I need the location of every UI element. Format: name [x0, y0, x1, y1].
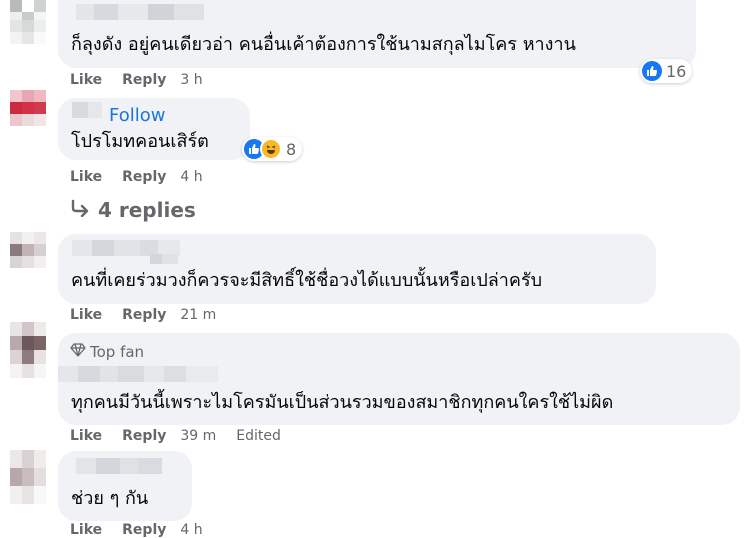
reaction-count: 16: [666, 61, 687, 81]
comment-actions: Like Reply 4 h: [70, 169, 203, 185]
reaction-summary[interactable]: 16: [640, 59, 693, 83]
timestamp[interactable]: 21 m: [180, 307, 216, 323]
diamond-icon: [70, 343, 86, 361]
comment-text: ช่วย ๆ กัน: [71, 488, 149, 509]
reply-button[interactable]: Reply: [122, 522, 166, 538]
reply-button[interactable]: Reply: [122, 428, 166, 444]
commenter-name[interactable]: [72, 102, 102, 118]
reply-button[interactable]: Reply: [122, 169, 166, 185]
comment-actions: Like Reply 3 h: [70, 72, 203, 88]
comment-actions: Like Reply 21 m: [70, 307, 216, 323]
like-reaction-icon: [642, 61, 662, 81]
haha-reaction-icon: [260, 138, 282, 160]
reaction-count: 8: [286, 139, 297, 159]
timestamp[interactable]: 3 h: [180, 72, 202, 88]
avatar[interactable]: [10, 90, 46, 126]
top-fan-label: Top fan: [90, 343, 145, 361]
reply-button[interactable]: Reply: [122, 307, 166, 323]
like-button[interactable]: Like: [70, 428, 102, 444]
like-button[interactable]: Like: [70, 169, 102, 185]
comment-actions: Like Reply 4 h: [70, 522, 203, 538]
comment-text: ทุกคนมีวันนี้เพราะไมโครมันเป็นส่วนรวมของ…: [71, 392, 614, 413]
avatar: [10, 20, 46, 50]
top-fan-badge[interactable]: Top fan: [70, 343, 144, 361]
edited-label: Edited: [236, 428, 281, 444]
replies-count-label: 4 replies: [98, 198, 196, 222]
timestamp[interactable]: 39 m: [180, 428, 216, 444]
avatar[interactable]: [10, 450, 46, 504]
avatar[interactable]: [10, 322, 46, 378]
reply-button[interactable]: Reply: [122, 72, 166, 88]
like-button[interactable]: Like: [70, 522, 102, 538]
commenter-name-line2: [150, 254, 178, 264]
comment-actions: Like Reply 39 m Edited: [70, 428, 281, 444]
like-button[interactable]: Like: [70, 72, 102, 88]
comment-text: ก็ลุงดัง อยู่คนเดียวอ่า คนอื่นเค้าต้องกา…: [71, 34, 576, 55]
follow-button[interactable]: Follow: [109, 105, 165, 126]
commenter-name[interactable]: [58, 366, 218, 382]
comment-text: คนที่เคยร่วมวงก็ควรจะมีสิทธิ์ใช้ชื่อวงได…: [71, 270, 543, 291]
view-replies-link[interactable]: 4 replies: [70, 198, 196, 222]
comment-text: โปรโมทคอนเสิร์ต: [71, 131, 209, 152]
avatar[interactable]: [10, 232, 46, 268]
avatar[interactable]: [10, 0, 46, 20]
like-button[interactable]: Like: [70, 307, 102, 323]
reply-arrow-icon: [70, 198, 90, 222]
timestamp[interactable]: 4 h: [180, 169, 202, 185]
reaction-summary[interactable]: 8: [242, 137, 303, 161]
commenter-name[interactable]: [76, 4, 204, 20]
timestamp[interactable]: 4 h: [180, 522, 202, 538]
commenter-name[interactable]: [76, 458, 162, 474]
